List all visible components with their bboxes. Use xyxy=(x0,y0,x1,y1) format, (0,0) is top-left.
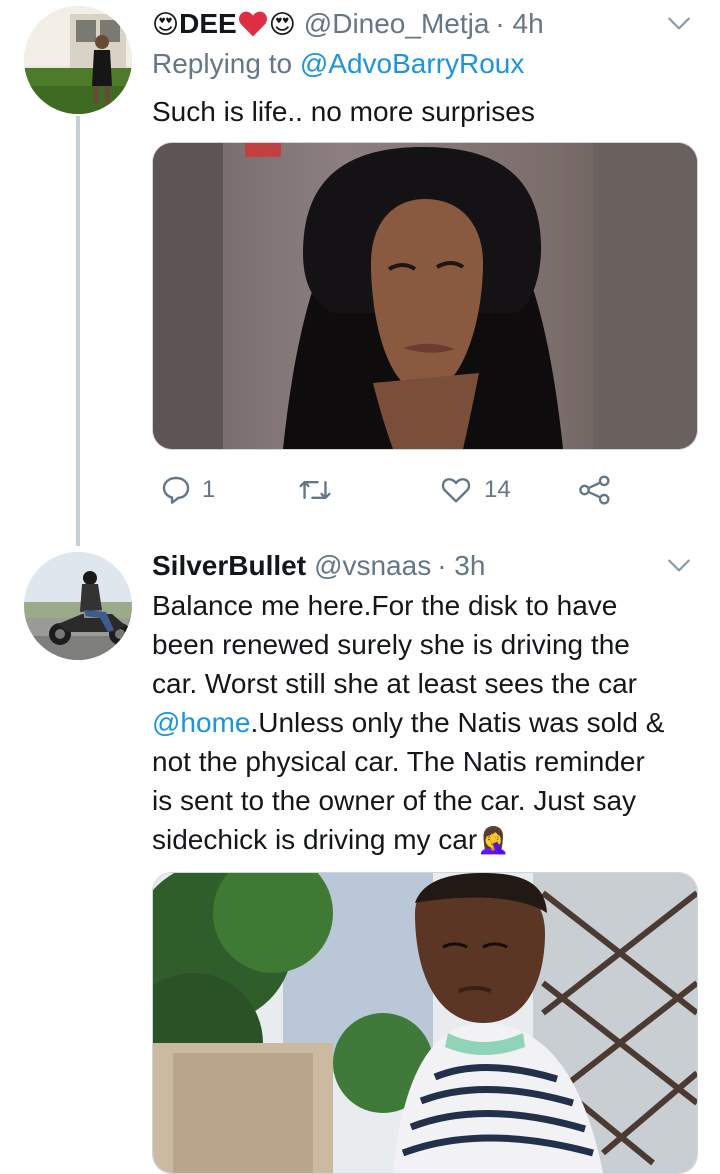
display-name[interactable]: SilverBullet xyxy=(152,550,306,582)
replying-to-link[interactable]: @AdvoBarryRoux xyxy=(300,48,525,79)
emoji-heart-eyes: 😍 xyxy=(152,8,180,39)
tweet-text-segment: .Unless only the Natis was sold & xyxy=(250,707,665,738)
reply-icon xyxy=(162,476,190,504)
like-icon xyxy=(441,478,471,503)
retweet-button[interactable] xyxy=(298,474,342,506)
like-button[interactable]: 14 xyxy=(440,474,511,506)
tweet-text-line: car. Worst still she at least sees the c… xyxy=(152,668,638,699)
tweet-header: 😍 DEE 😍 @Dineo_Metja · 4h xyxy=(152,4,544,44)
replying-to-label: Replying to xyxy=(152,48,300,79)
tweet-text-line: sidechick is driving my car🤦‍♀️ xyxy=(152,820,712,860)
tweet-text-line: not the physical car. The Natis reminder xyxy=(152,746,645,777)
user-handle[interactable]: @vsnaas xyxy=(314,550,431,582)
tweet-text-line: @home.Unless only the Natis was sold & xyxy=(152,703,712,742)
timestamp[interactable]: · 4h xyxy=(495,8,543,40)
tweet-image[interactable] xyxy=(152,142,698,450)
display-name[interactable]: DEE xyxy=(179,8,237,40)
tweet-text-line: is sent to the owner of the car. Just sa… xyxy=(152,785,637,816)
share-icon xyxy=(579,475,610,505)
emoji-facepalm: 🤦‍♀️ xyxy=(477,825,510,855)
tweet-header: SilverBullet @vsnaas · 3h xyxy=(152,548,485,584)
tweet-text: Balance me here.For the disk to have bee… xyxy=(152,586,712,860)
reply-count: 1 xyxy=(202,476,216,503)
timestamp[interactable]: · 3h xyxy=(437,550,485,582)
chevron-down-icon[interactable] xyxy=(666,10,692,36)
chevron-down-icon[interactable] xyxy=(666,552,692,578)
share-button[interactable] xyxy=(578,474,612,506)
avatar[interactable] xyxy=(24,552,132,660)
red-heart-icon xyxy=(238,11,267,37)
tweet-text: Such is life.. no more surprises xyxy=(152,96,535,127)
tweet-image[interactable] xyxy=(152,872,698,1174)
thread-line xyxy=(76,116,80,546)
replying-to: Replying to @AdvoBarryRoux xyxy=(152,48,524,80)
emoji-heart-eyes: 😍 xyxy=(268,8,296,39)
user-handle[interactable]: @Dineo_Metja xyxy=(304,8,490,40)
retweet-icon xyxy=(299,480,331,500)
reply-button[interactable]: 1 xyxy=(160,474,215,506)
like-count: 14 xyxy=(484,476,511,503)
tweet-text-line: Balance me here.For the disk to have xyxy=(152,590,618,621)
avatar[interactable] xyxy=(24,6,132,114)
tweet-text-segment: sidechick is driving my car xyxy=(152,824,478,855)
tweet-text-line: been renewed surely she is driving the xyxy=(152,629,630,660)
mention-link[interactable]: @home xyxy=(152,707,250,738)
